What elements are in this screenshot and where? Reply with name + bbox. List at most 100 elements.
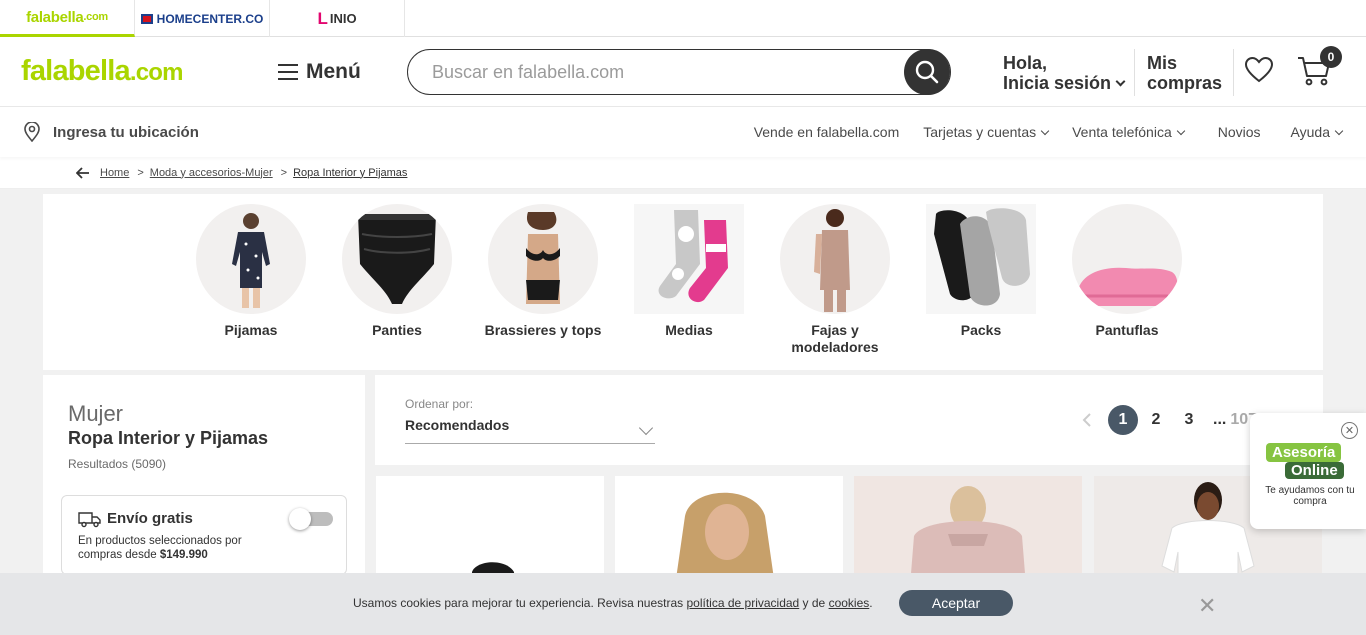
category-label: Packs xyxy=(960,322,1002,338)
category-brassieres[interactable]: Brassieres y tops xyxy=(485,204,601,339)
sort-label: Ordenar por: xyxy=(405,397,474,411)
hamburger-icon xyxy=(278,64,298,80)
sort-dropdown[interactable]: Ordenar por: Recomendados xyxy=(405,397,655,444)
shapewear-photo xyxy=(780,204,890,314)
bra-photo xyxy=(488,204,598,314)
pagination-ellipsis: ... xyxy=(1213,411,1227,428)
results-count: Resultados (5090) xyxy=(68,457,167,471)
location-pin-icon xyxy=(24,122,40,142)
cookies-link[interactable]: cookies xyxy=(829,596,870,610)
homecenter-logo-icon xyxy=(140,13,153,24)
category-label: Pantuflas xyxy=(1095,322,1159,338)
login-link[interactable]: Hola, Inicia sesión xyxy=(1003,53,1126,93)
free-shipping-title: Envío gratis xyxy=(107,510,193,527)
free-shipping-amount: $149.990 xyxy=(159,549,208,561)
link-label: Novios xyxy=(1217,124,1261,140)
brand-strip: falabella .com HOMECENTER.CO L INIO xyxy=(0,0,1366,37)
chevron-down-icon xyxy=(1115,76,1126,87)
logo-text: falabella xyxy=(21,55,131,87)
link-venta-telefonica[interactable]: Venta telefónica xyxy=(1072,124,1185,140)
link-label: Ayuda xyxy=(1290,124,1330,140)
category-label: Medias xyxy=(665,322,713,338)
divider xyxy=(1134,49,1135,96)
login-label: Inicia sesión xyxy=(1003,73,1112,93)
link-ayuda[interactable]: Ayuda xyxy=(1290,124,1344,140)
location-selector[interactable]: Ingresa tu ubicación xyxy=(23,122,199,142)
page-3[interactable]: 3 xyxy=(1174,405,1204,435)
category-panties[interactable]: Panties xyxy=(342,204,452,339)
results-header: Ordenar por: Recomendados 1 2 3 ... 107 xyxy=(375,375,1323,465)
search-input[interactable] xyxy=(432,61,882,83)
category-pantuflas[interactable]: Pantuflas xyxy=(1072,204,1182,339)
divider xyxy=(1233,49,1234,96)
brand-falabella-tld: .com xyxy=(83,11,108,23)
back-arrow-icon[interactable] xyxy=(76,166,90,179)
category-pijamas[interactable]: Pijamas xyxy=(196,204,306,339)
brand-falabella-text: falabella xyxy=(26,8,84,26)
chevron-down-icon xyxy=(1040,126,1050,135)
asesoria-label-1: Asesoría xyxy=(1266,443,1342,462)
link-label: Venta telefónica xyxy=(1072,124,1172,140)
breadcrumb-moda-mujer[interactable]: Moda y accesorios-Mujer xyxy=(150,167,273,179)
pajamas-photo xyxy=(196,204,306,314)
search-icon xyxy=(915,60,939,84)
breadcrumb: Home > Moda y accesorios-Mujer > Ropa In… xyxy=(0,157,1366,189)
chevron-down-icon xyxy=(1176,126,1185,135)
truck-icon xyxy=(78,512,101,528)
cookie-text: y de xyxy=(799,596,829,610)
brand-tab-falabella[interactable]: falabella .com xyxy=(0,0,135,37)
packs-photo xyxy=(926,204,1036,314)
category-label: Pijamas xyxy=(224,322,278,338)
page-2[interactable]: 2 xyxy=(1141,405,1171,435)
breadcrumb-current[interactable]: Ropa Interior y Pijamas xyxy=(293,167,407,179)
prev-page-icon[interactable] xyxy=(1080,412,1094,428)
accept-cookies-button[interactable]: Aceptar xyxy=(899,590,1013,616)
search-button[interactable] xyxy=(904,49,950,95)
menu-button[interactable]: Menú xyxy=(278,60,361,84)
privacy-policy-link[interactable]: política de privacidad xyxy=(686,596,799,610)
slippers-photo xyxy=(1072,204,1182,314)
brand-tab-linio[interactable]: L INIO xyxy=(270,0,405,37)
cart-count-badge: 0 xyxy=(1320,46,1342,68)
close-icon[interactable]: ✕ xyxy=(1341,422,1358,439)
main-header: falabella.com Menú Hola, Inicia sesión M… xyxy=(0,37,1366,107)
search-bar xyxy=(407,49,951,95)
asesoria-subtext: Te ayudamos con tu compra xyxy=(1265,485,1355,507)
link-vende[interactable]: Vende en falabella.com xyxy=(754,124,900,140)
login-greeting: Hola, xyxy=(1003,53,1048,73)
breadcrumb-separator: > xyxy=(137,166,144,179)
category-medias[interactable]: Medias xyxy=(634,204,744,339)
falabella-logo[interactable]: falabella.com xyxy=(21,55,183,88)
linio-logo-icon: L xyxy=(317,8,328,28)
sidebar-title: Ropa Interior y Pijamas xyxy=(68,428,269,448)
category-packs[interactable]: Packs xyxy=(926,204,1036,339)
compras-line2: compras xyxy=(1147,73,1223,93)
link-label: Tarjetas y cuentas xyxy=(923,124,1037,140)
asesoria-label-2: Online xyxy=(1285,462,1344,479)
free-shipping-filter: Envío gratis En productos seleccionados … xyxy=(61,495,347,575)
page-1[interactable]: 1 xyxy=(1108,405,1138,435)
cookie-banner: Usamos cookies para mejorar tu experienc… xyxy=(0,573,1366,635)
link-tarjetas[interactable]: Tarjetas y cuentas xyxy=(923,124,1050,140)
free-shipping-desc: En productos seleccionados por compras d… xyxy=(78,534,278,562)
chevron-down-icon xyxy=(1334,126,1344,135)
pagination: 1 2 3 ... 107 xyxy=(1080,405,1257,435)
asesoria-online-widget[interactable]: ✕ Asesoría Online Te ayudamos con tu com… xyxy=(1250,413,1366,529)
logo-tld: .com xyxy=(129,59,184,86)
location-label: Ingresa tu ubicación xyxy=(53,123,199,141)
category-fajas[interactable]: Fajas y modeladores xyxy=(780,204,890,356)
close-icon[interactable]: ✕ xyxy=(1198,593,1216,619)
free-shipping-toggle[interactable] xyxy=(289,508,333,530)
sidebar-category: Mujer xyxy=(68,401,124,426)
cookie-text: . xyxy=(869,596,873,610)
link-novios[interactable]: Novios xyxy=(1218,124,1261,140)
breadcrumb-separator: > xyxy=(280,166,288,179)
breadcrumb-home[interactable]: Home xyxy=(100,167,129,179)
compras-line1: Mis xyxy=(1147,53,1178,73)
sort-value: Recomendados xyxy=(405,417,510,433)
brand-tab-homecenter[interactable]: HOMECENTER.CO xyxy=(135,0,270,37)
heart-icon[interactable] xyxy=(1244,56,1274,84)
category-carousel: Pijamas Panties Brassieres y tops Medias… xyxy=(43,194,1323,370)
category-label: Fajas y modeladores xyxy=(791,322,879,355)
mis-compras-link[interactable]: Mis compras xyxy=(1147,53,1222,93)
